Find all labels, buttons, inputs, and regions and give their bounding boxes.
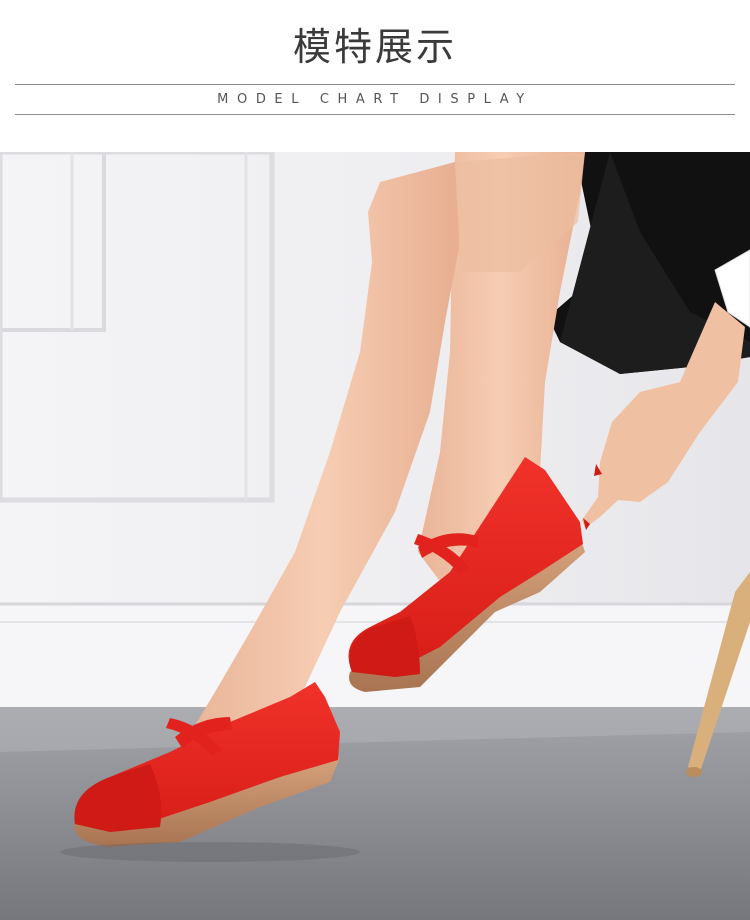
page-subtitle: MODEL CHART DISPLAY: [217, 92, 533, 107]
model-photo: [0, 152, 750, 920]
title-divider-top: [15, 84, 735, 85]
shoe-shadow: [60, 842, 360, 862]
page-header: 模特展示 MODEL CHART DISPLAY: [0, 0, 750, 152]
title-divider-bottom: [15, 114, 735, 115]
page-title: 模特展示: [292, 25, 457, 69]
chair-foot: [686, 767, 702, 777]
